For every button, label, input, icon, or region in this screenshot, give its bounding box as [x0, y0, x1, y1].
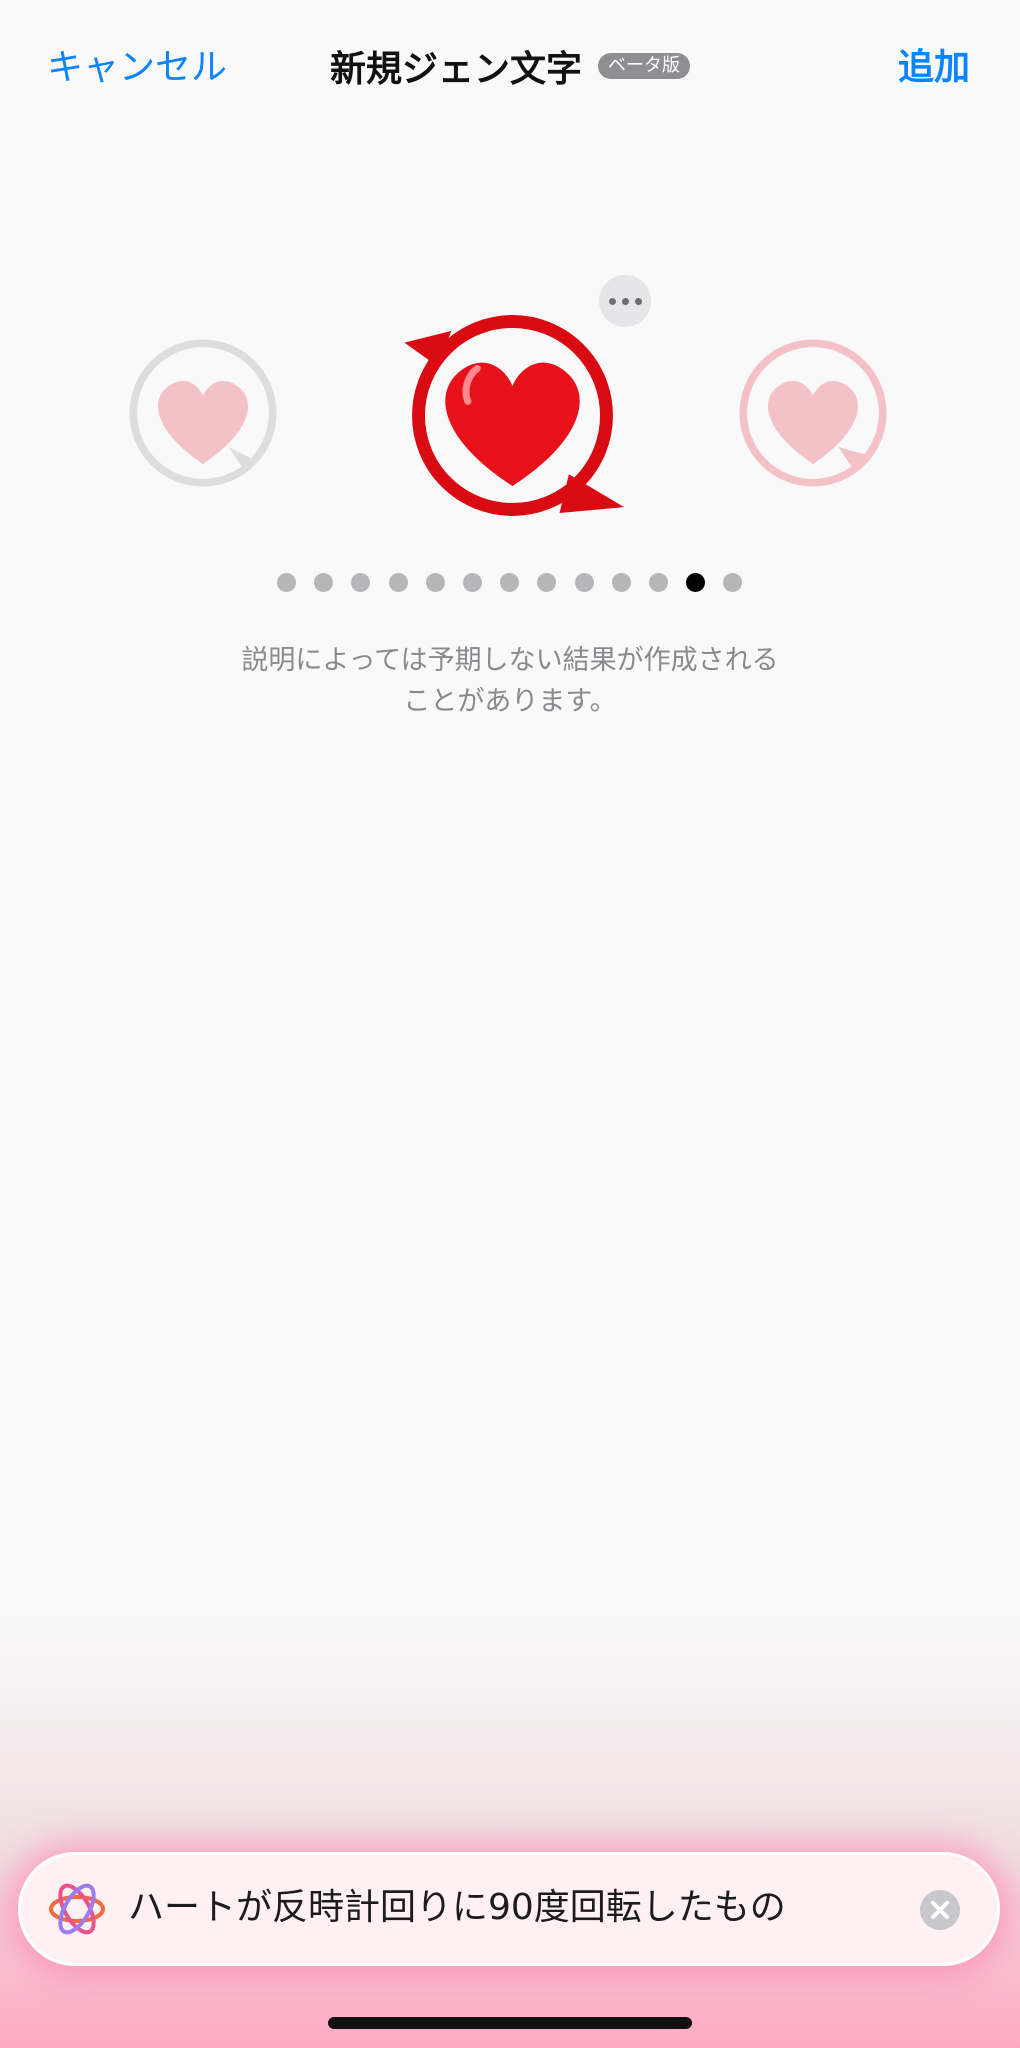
disclaimer-line-1: 説明によっては予期しない結果が作成される — [241, 645, 779, 676]
page-dot[interactable] — [425, 573, 445, 592]
genmoji-option-next[interactable] — [728, 328, 898, 498]
beta-badge: ベータ版 — [598, 53, 690, 79]
page-dot[interactable] — [500, 573, 520, 592]
ellipsis-icon — [621, 297, 629, 305]
page-dot[interactable] — [686, 573, 706, 592]
cancel-button[interactable]: キャンセル — [47, 38, 227, 90]
heart-rotate-icon — [404, 315, 625, 516]
ellipsis-icon — [608, 297, 616, 305]
add-button[interactable]: 追加 — [898, 38, 970, 90]
heart-rotate-icon — [739, 339, 887, 487]
page-dot[interactable] — [314, 573, 334, 592]
disclaimer-line-2: ことがあります。 — [403, 686, 617, 717]
page-dot[interactable] — [351, 573, 371, 592]
clear-button[interactable] — [920, 1890, 960, 1930]
image-playground-icon — [49, 1883, 105, 1935]
disclaimer-text: 説明によっては予期しない結果が作成される ことがあります。 — [0, 640, 1020, 722]
page-dot[interactable] — [649, 573, 668, 592]
page-dot[interactable] — [388, 573, 408, 592]
genmoji-option-previous[interactable] — [118, 328, 288, 498]
ellipsis-icon — [634, 297, 642, 305]
page-dot[interactable] — [277, 573, 296, 592]
page-title: 新規ジェン文字 — [330, 49, 583, 90]
page-dot[interactable] — [574, 573, 594, 592]
home-indicator — [328, 2017, 692, 2029]
prompt-text[interactable]: ハートが反時計回りに90度回転したもの — [128, 1882, 786, 1934]
page-dot[interactable] — [463, 573, 482, 592]
more-options-button[interactable] — [599, 275, 651, 327]
genmoji-option-selected[interactable] — [395, 298, 630, 533]
page-dot[interactable] — [723, 573, 743, 592]
page-dot[interactable] — [611, 573, 631, 592]
navigation-bar: キャンセル 新規ジェン文字 ベータ版 追加 — [0, 0, 1020, 130]
clear-icon — [931, 1901, 949, 1919]
genmoji-carousel[interactable] — [0, 250, 1020, 550]
prompt-field[interactable]: ハートが反時計回りに90度回転したもの — [18, 1852, 1000, 1966]
heart-rotate-icon — [129, 339, 277, 487]
page-dot[interactable] — [537, 573, 557, 592]
glow-background — [0, 1620, 1020, 2048]
